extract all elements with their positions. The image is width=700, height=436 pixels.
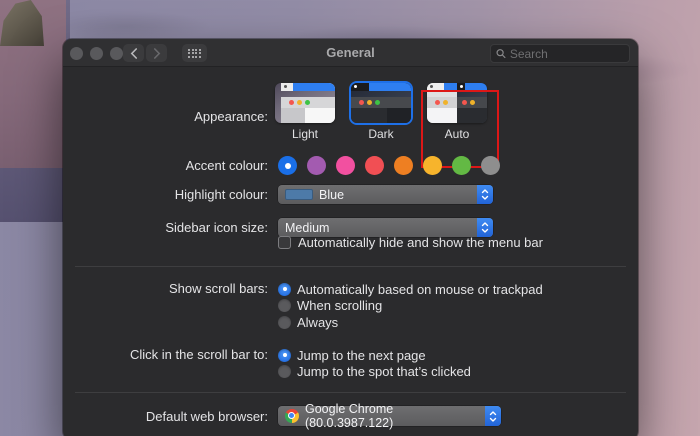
chevron-right-icon — [153, 48, 161, 59]
radio-button[interactable] — [278, 316, 291, 329]
menu-bar-row: Automatically hide and show the menu bar — [63, 235, 543, 250]
radio-label[interactable]: Automatically based on mouse or trackpad — [297, 282, 543, 297]
accent-colour-yellow[interactable] — [423, 156, 442, 175]
accent-colour-dots — [278, 156, 500, 175]
traffic-lights — [70, 47, 123, 60]
appearance-option-label: Light — [292, 127, 318, 141]
highlight-colour-value: Blue — [319, 188, 344, 202]
highlight-colour-row: Highlight colour: Blue — [63, 185, 493, 204]
minimize-button[interactable] — [90, 47, 103, 60]
section-divider — [75, 266, 626, 267]
forward-button[interactable] — [146, 44, 167, 62]
radio-button[interactable] — [278, 349, 291, 362]
default-browser-row: Default web browser: Google Chrome (80.0… — [63, 406, 501, 426]
scroll-bars-option-auto[interactable]: Automatically based on mouse or trackpad — [278, 281, 543, 298]
appearance-option-light[interactable]: Light — [273, 83, 337, 141]
system-preferences-window: General Appearance: Light — [63, 39, 638, 436]
radio-label[interactable]: When scrolling — [297, 298, 382, 313]
auto-appearance-thumbnail — [427, 83, 487, 123]
show-scroll-bars-label: Show scroll bars: — [63, 281, 268, 331]
appearance-row: Appearance: Light — [63, 83, 489, 141]
radio-button[interactable] — [278, 365, 291, 378]
accent-colour-orange[interactable] — [394, 156, 413, 175]
radio-label[interactable]: Jump to the next page — [297, 348, 426, 363]
show-all-button[interactable] — [182, 44, 207, 62]
default-browser-label: Default web browser: — [63, 409, 268, 424]
click-scroll-bar-row: Click in the scroll bar to: Jump to the … — [63, 347, 471, 380]
default-browser-dropdown[interactable]: Google Chrome (80.0.3987.122) — [278, 406, 501, 426]
accent-colour-blue[interactable] — [278, 156, 297, 175]
chevron-up-down-icon — [481, 188, 489, 201]
appearance-option-dark[interactable]: Dark — [349, 83, 413, 141]
radio-label[interactable]: Always — [297, 315, 338, 330]
accent-colour-pink[interactable] — [336, 156, 355, 175]
radio-label[interactable]: Jump to the spot that’s clicked — [297, 364, 471, 379]
click-option-spot-clicked[interactable]: Jump to the spot that’s clicked — [278, 364, 471, 381]
highlight-colour-dropdown[interactable]: Blue — [278, 185, 493, 204]
dark-appearance-thumbnail — [351, 83, 411, 123]
appearance-label: Appearance: — [63, 83, 268, 124]
sidebar-icon-size-value: Medium — [285, 221, 329, 235]
radio-button[interactable] — [278, 299, 291, 312]
zoom-button[interactable] — [110, 47, 123, 60]
search-input[interactable] — [510, 47, 624, 61]
click-option-next-page[interactable]: Jump to the next page — [278, 347, 471, 364]
sidebar-icon-size-label: Sidebar icon size: — [63, 220, 268, 235]
dropdown-stepper — [485, 406, 501, 426]
radio-button[interactable] — [278, 283, 291, 296]
highlight-colour-swatch — [285, 189, 313, 200]
auto-hide-menu-bar-label[interactable]: Automatically hide and show the menu bar — [298, 235, 543, 250]
show-scroll-bars-row: Show scroll bars: Automatically based on… — [63, 281, 543, 331]
section-divider — [75, 392, 626, 393]
chevron-up-down-icon — [489, 410, 497, 423]
back-button[interactable] — [123, 44, 144, 62]
accent-colour-label: Accent colour: — [63, 158, 268, 173]
scroll-bars-option-when-scrolling[interactable]: When scrolling — [278, 298, 543, 315]
default-browser-value: Google Chrome (80.0.3987.122) — [305, 402, 479, 430]
search-icon — [496, 48, 506, 59]
light-appearance-thumbnail — [275, 83, 335, 123]
accent-colour-green[interactable] — [452, 156, 471, 175]
accent-colour-graphite[interactable] — [481, 156, 500, 175]
accent-colour-purple[interactable] — [307, 156, 326, 175]
appearance-option-label: Dark — [368, 127, 393, 141]
close-button[interactable] — [70, 47, 83, 60]
accent-colour-red[interactable] — [365, 156, 384, 175]
grid-icon — [188, 49, 201, 58]
click-scroll-bar-label: Click in the scroll bar to: — [63, 347, 268, 380]
auto-hide-menu-bar-checkbox[interactable] — [278, 236, 291, 249]
appearance-option-auto[interactable]: Auto — [425, 83, 489, 141]
chevron-up-down-icon — [481, 221, 489, 234]
chrome-icon — [285, 409, 299, 423]
appearance-option-label: Auto — [445, 127, 470, 141]
general-pane: Appearance: Light — [63, 67, 638, 436]
titlebar: General — [63, 39, 638, 67]
highlight-colour-label: Highlight colour: — [63, 187, 268, 202]
search-field[interactable] — [490, 44, 630, 63]
dropdown-stepper — [477, 185, 493, 204]
accent-colour-row: Accent colour: — [63, 156, 500, 175]
chevron-left-icon — [130, 48, 138, 59]
scroll-bars-option-always[interactable]: Always — [278, 314, 543, 331]
